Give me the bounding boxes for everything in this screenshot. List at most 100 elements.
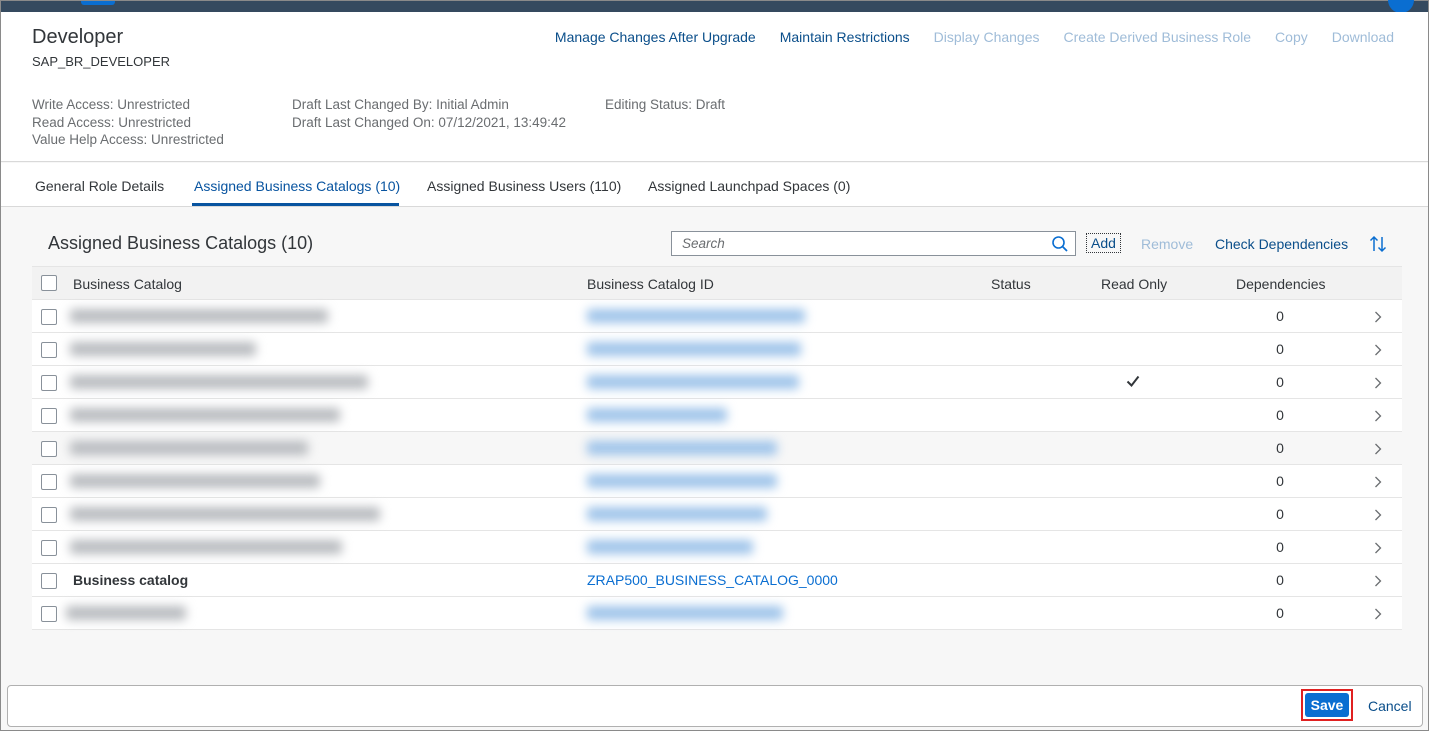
- table-row[interactable]: 0: [32, 531, 1402, 564]
- row-checkbox[interactable]: [41, 441, 57, 457]
- dependencies-count: 0: [1276, 473, 1284, 489]
- maintain-restrictions-button[interactable]: Maintain Restrictions: [780, 29, 910, 45]
- blurred-catalog-id: [587, 540, 753, 554]
- blurred-catalog-id: [587, 375, 799, 389]
- object-page-header: Developer SAP_BR_DEVELOPER Manage Change…: [1, 12, 1428, 162]
- column-business-catalog-id[interactable]: Business Catalog ID: [587, 276, 714, 292]
- blurred-catalog-name: [70, 408, 340, 422]
- create-derived-business-role-button[interactable]: Create Derived Business Role: [1064, 29, 1252, 45]
- cancel-button[interactable]: Cancel: [1368, 698, 1412, 714]
- check-dependencies-button[interactable]: Check Dependencies: [1215, 236, 1348, 252]
- manage-changes-after-upgrade-button[interactable]: Manage Changes After Upgrade: [555, 29, 756, 45]
- table-row[interactable]: 0: [32, 465, 1402, 498]
- table-title: Assigned Business Catalogs (10): [48, 233, 314, 253]
- table-row[interactable]: 0: [32, 399, 1402, 432]
- blurred-catalog-name: [66, 606, 186, 620]
- dependencies-count: 0: [1276, 506, 1284, 522]
- draft-changed-by: Draft Last Changed By: Initial Admin: [292, 97, 509, 112]
- add-button[interactable]: Add: [1086, 233, 1121, 253]
- chevron-right-icon[interactable]: [1374, 575, 1382, 587]
- role-id: SAP_BR_DEVELOPER: [32, 54, 171, 69]
- chevron-right-icon[interactable]: [1374, 410, 1382, 422]
- row-checkbox[interactable]: [41, 507, 57, 523]
- chevron-right-icon[interactable]: [1374, 377, 1382, 389]
- chevron-right-icon[interactable]: [1374, 608, 1382, 620]
- blurred-catalog-id: [587, 507, 767, 521]
- row-checkbox[interactable]: [41, 474, 57, 490]
- dependencies-count: 0: [1276, 308, 1284, 324]
- active-tab-indicator: [192, 203, 399, 206]
- dependencies-count: 0: [1276, 440, 1284, 456]
- dependencies-count: 0: [1276, 539, 1284, 555]
- sort-icon[interactable]: [1369, 234, 1387, 254]
- table-header: Business Catalog Business Catalog ID Sta…: [32, 266, 1402, 300]
- column-business-catalog[interactable]: Business Catalog: [73, 276, 182, 292]
- save-highlight: Save: [1301, 689, 1353, 721]
- chevron-right-icon[interactable]: [1374, 344, 1382, 356]
- access-attributes: Write Access: Unrestricted Read Access: …: [32, 96, 224, 149]
- dependencies-count: 0: [1276, 407, 1284, 423]
- tab-general-role-details[interactable]: General Role Details: [35, 178, 164, 194]
- catalog-id-link[interactable]: ZRAP500_BUSINESS_CATALOG_0000: [587, 572, 838, 588]
- column-status[interactable]: Status: [991, 276, 1031, 292]
- search-placeholder: Search: [682, 236, 725, 251]
- table-row[interactable]: 0: [32, 597, 1402, 630]
- search-field[interactable]: Search: [671, 231, 1076, 256]
- dependencies-count: 0: [1276, 572, 1284, 588]
- table-row[interactable]: 0: [32, 333, 1402, 366]
- chevron-right-icon[interactable]: [1374, 476, 1382, 488]
- table-row[interactable]: 0: [32, 366, 1402, 399]
- dependencies-count: 0: [1276, 341, 1284, 357]
- draft-attributes: Draft Last Changed By: Initial Admin Dra…: [292, 96, 566, 131]
- remove-button[interactable]: Remove: [1141, 236, 1193, 252]
- dependencies-count: 0: [1276, 374, 1284, 390]
- row-checkbox[interactable]: [41, 408, 57, 424]
- editing-status-attribute: Editing Status: Draft: [605, 96, 725, 114]
- value-help-access: Value Help Access: Unrestricted: [32, 132, 224, 147]
- row-checkbox[interactable]: [41, 573, 57, 589]
- chevron-right-icon[interactable]: [1374, 509, 1382, 521]
- blurred-catalog-name: [70, 507, 380, 521]
- search-icon[interactable]: [1051, 235, 1069, 253]
- read-access: Read Access: Unrestricted: [32, 114, 192, 130]
- chevron-right-icon[interactable]: [1374, 443, 1382, 455]
- save-button[interactable]: Save: [1305, 693, 1349, 717]
- table-row[interactable]: 0: [32, 300, 1402, 333]
- chevron-right-icon[interactable]: [1374, 542, 1382, 554]
- display-changes-button[interactable]: Display Changes: [934, 29, 1040, 45]
- catalog-name: Business catalog: [73, 572, 189, 588]
- read-only-checkmark-icon: [1126, 375, 1140, 388]
- shell-home-marker: [81, 1, 115, 5]
- column-read-only[interactable]: Read Only: [1101, 276, 1167, 292]
- tab-assigned-business-catalogs[interactable]: Assigned Business Catalogs (10): [194, 178, 400, 194]
- chevron-right-icon[interactable]: [1374, 311, 1382, 323]
- table-row[interactable]: 0: [32, 498, 1402, 531]
- blurred-catalog-id: [587, 474, 777, 488]
- row-checkbox[interactable]: [41, 375, 57, 391]
- blurred-catalog-id: [587, 309, 805, 323]
- blurred-catalog-id: [587, 606, 783, 620]
- table-row[interactable]: Business catalog ZRAP500_BUSINESS_CATALO…: [32, 564, 1402, 597]
- blurred-catalog-id: [587, 342, 801, 356]
- row-checkbox[interactable]: [41, 606, 57, 622]
- tab-assigned-launchpad-spaces[interactable]: Assigned Launchpad Spaces (0): [648, 178, 850, 194]
- blurred-catalog-id: [587, 441, 777, 455]
- page-title: Developer: [32, 26, 124, 48]
- business-catalogs-table: Business Catalog Business Catalog ID Sta…: [32, 266, 1402, 630]
- row-checkbox[interactable]: [41, 342, 57, 358]
- blurred-catalog-name: [70, 342, 256, 356]
- blurred-catalog-name: [70, 474, 320, 488]
- blurred-catalog-name: [70, 309, 328, 323]
- row-checkbox[interactable]: [41, 309, 57, 325]
- select-all-checkbox[interactable]: [41, 275, 57, 291]
- copy-button[interactable]: Copy: [1275, 29, 1308, 45]
- blurred-catalog-name: [70, 375, 368, 389]
- header-actions: Manage Changes After Upgrade Maintain Re…: [531, 29, 1394, 45]
- shell-bar: [1, 0, 1428, 13]
- tab-assigned-business-users[interactable]: Assigned Business Users (110): [427, 178, 621, 194]
- row-checkbox[interactable]: [41, 540, 57, 556]
- column-dependencies[interactable]: Dependencies: [1236, 276, 1326, 292]
- editing-status: Editing Status: Draft: [605, 97, 726, 112]
- table-row[interactable]: 0: [32, 432, 1402, 465]
- download-button[interactable]: Download: [1332, 29, 1394, 45]
